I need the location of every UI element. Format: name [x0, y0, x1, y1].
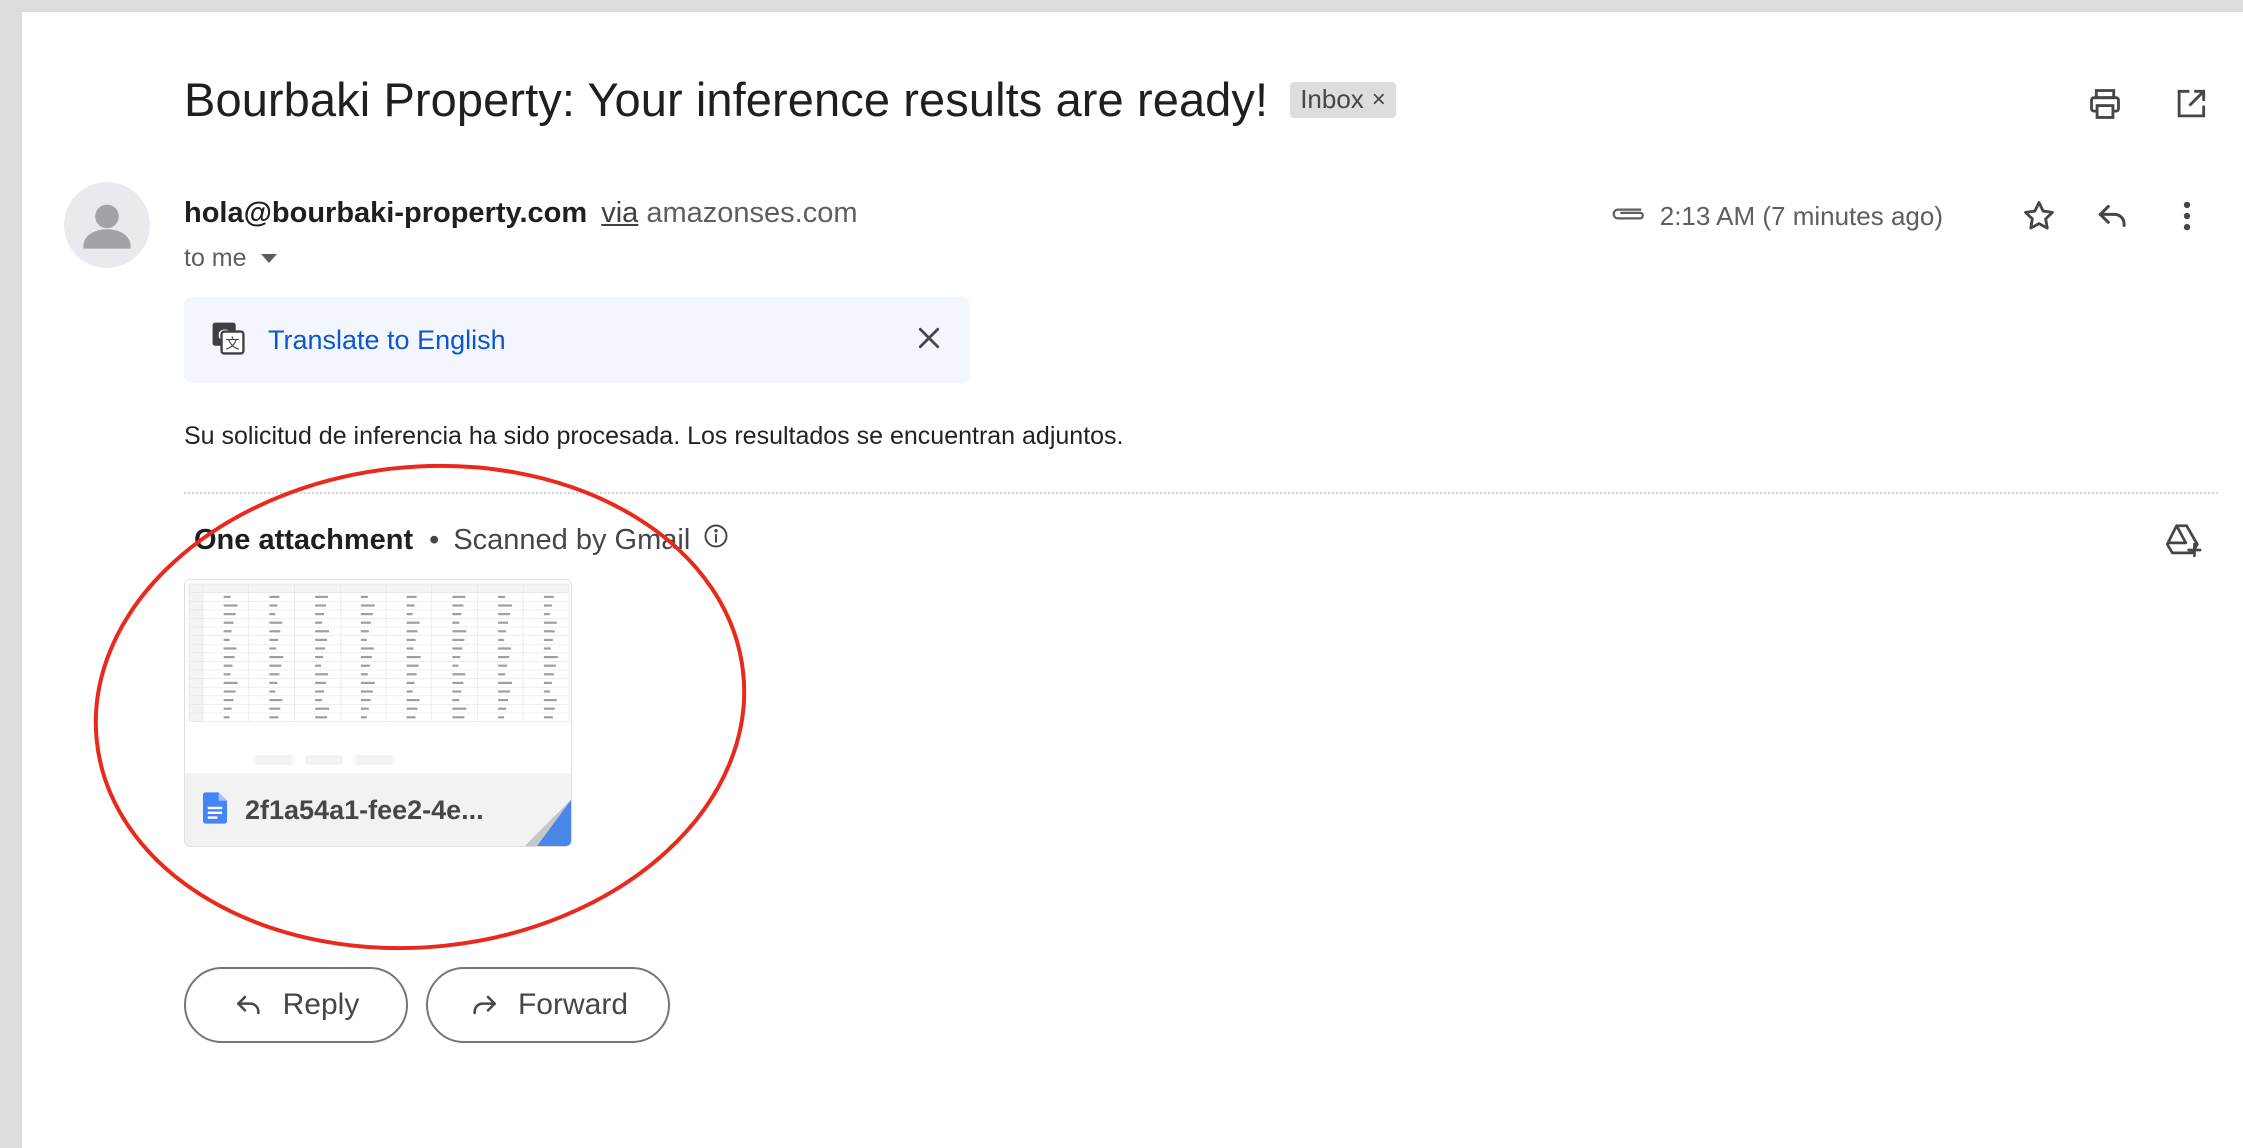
chevron-down-icon — [260, 254, 277, 263]
remove-label-icon[interactable]: × — [1372, 86, 1386, 114]
attachments-divider — [184, 492, 2218, 494]
page-fold-corner — [525, 800, 571, 846]
email-subject: Bourbaki Property: Your inference result… — [184, 73, 1269, 126]
forward-button[interactable]: Forward — [426, 967, 670, 1043]
via-link[interactable]: via — [601, 197, 638, 229]
email-body: Su solicitud de inferencia ha sido proce… — [184, 422, 1124, 450]
star-icon[interactable] — [2017, 194, 2061, 238]
open-in-new-window-icon[interactable] — [2169, 82, 2213, 126]
attachment-clip-icon — [1608, 203, 1648, 230]
message-time: 2:13 AM (7 minutes ago) — [1659, 200, 1943, 231]
translate-link[interactable]: Translate to English — [268, 325, 506, 356]
reply-icon[interactable] — [2091, 194, 2135, 238]
info-icon[interactable] — [690, 522, 730, 558]
separator-dot: • — [429, 523, 440, 556]
recipient-text: to me — [184, 244, 247, 272]
top-toolbar — [2083, 82, 2213, 126]
translate-icon: G 文 — [210, 320, 246, 361]
sender-avatar — [64, 182, 150, 268]
reply-icon — [236, 995, 260, 1015]
scanned-label: Scanned by Gmail — [453, 523, 691, 556]
reply-button[interactable]: Reply — [184, 967, 408, 1043]
forward-icon — [473, 995, 496, 1015]
attachment-card[interactable]: 2f1a54a1-fee2-4e... — [184, 579, 572, 847]
subject-row: Bourbaki Property: Your inference result… — [184, 72, 1396, 127]
inbox-label-text: Inbox — [1300, 84, 1364, 114]
translate-banner: G 文 Translate to English — [184, 297, 970, 383]
spreadsheet-thumbnail — [185, 580, 571, 773]
recipient-details-toggle[interactable]: to me — [184, 244, 277, 273]
attachment-filename: 2f1a54a1-fee2-4e... — [245, 795, 484, 825]
reply-button-label: Reply — [282, 988, 360, 1021]
attachments-title: One attachment — [194, 523, 414, 556]
svg-text:文: 文 — [225, 336, 239, 352]
sender-email: hola@bourbaki-property.com — [184, 197, 588, 229]
message-meta: 2:13 AM (7 minutes ago) — [1608, 194, 2209, 238]
doc-icon — [203, 792, 227, 829]
close-icon[interactable] — [914, 323, 944, 358]
sender-line: hola@bourbaki-property.com via amazonses… — [184, 197, 858, 230]
email-view: Bourbaki Property: Your inference result… — [22, 12, 2243, 1148]
add-to-drive-icon[interactable] — [2163, 520, 2203, 565]
attachments-header: One attachment • Scanned by Gmail — [194, 522, 730, 558]
more-vert-icon[interactable] — [2165, 194, 2209, 238]
via-domain: amazonses.com — [646, 197, 858, 229]
print-icon[interactable] — [2083, 82, 2127, 126]
forward-button-label: Forward — [517, 988, 629, 1021]
inbox-label-chip[interactable]: Inbox × — [1290, 81, 1396, 118]
sender-via: via amazonses.com — [601, 197, 857, 229]
